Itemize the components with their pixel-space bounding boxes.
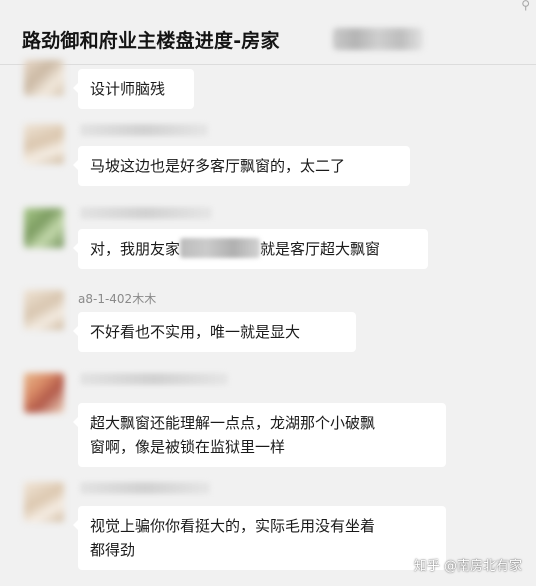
watermark: 知乎 @南房北有家 — [413, 559, 522, 574]
avatar[interactable] — [24, 373, 64, 413]
message-text: 设计师脑残 — [90, 80, 166, 98]
sender-name-blurred — [80, 373, 228, 385]
avatar[interactable] — [24, 124, 64, 164]
message-text-line: 超大飘窗还能理解一点点，龙湖那个小破飘 — [90, 414, 376, 432]
message-text: 不好看也不实用，唯一就是显大 — [90, 323, 301, 341]
message-bubble[interactable]: 对，我朋友家 就是客厅超大飘窗 — [73, 229, 428, 269]
avatar[interactable] — [24, 208, 64, 248]
blurred-name — [180, 238, 261, 258]
message-bubble[interactable]: 超大飘窗还能理解一点点，龙湖那个小破飘 窗啊，像是被锁在监狱里一样 — [73, 403, 446, 467]
avatar[interactable] — [24, 482, 64, 522]
message-text-line: 窗啊，像是被锁在监狱里一样 — [90, 438, 286, 456]
sender-name[interactable]: a8-1-402木木 — [78, 290, 156, 307]
message-text-start: 对，我朋友家 — [90, 240, 181, 258]
message-text-line: 都得劲 — [90, 541, 136, 559]
message-bubble[interactable]: 设计师脑残 — [73, 69, 194, 109]
sender-name-blurred — [80, 482, 210, 494]
blurred-title-suffix — [333, 28, 423, 50]
chat-title-bar: 路劲御和府业主楼盘进度-房家 ⚲ — [0, 0, 536, 65]
chat-title: 路劲御和府业主楼盘进度-房家 — [22, 30, 280, 52]
sender-name-blurred — [80, 124, 208, 136]
message-bubble[interactable]: 视觉上骗你你看挺大的，实际毛用没有坐着 都得劲 — [73, 506, 446, 570]
message-text: 马坡这边也是好多客厅飘窗的，太二了 — [90, 157, 346, 175]
pin-icon[interactable]: ⚲ — [521, 0, 530, 12]
message-bubble[interactable]: 不好看也不实用，唯一就是显大 — [73, 312, 356, 352]
sender-name-blurred — [80, 207, 212, 219]
message-bubble[interactable]: 马坡这边也是好多客厅飘窗的，太二了 — [73, 146, 410, 186]
avatar[interactable] — [24, 290, 64, 330]
message-text-line: 视觉上骗你你看挺大的，实际毛用没有坐着 — [90, 517, 376, 535]
avatar[interactable] — [24, 60, 64, 96]
message-text-end: 就是客厅超大飘窗 — [260, 240, 381, 258]
